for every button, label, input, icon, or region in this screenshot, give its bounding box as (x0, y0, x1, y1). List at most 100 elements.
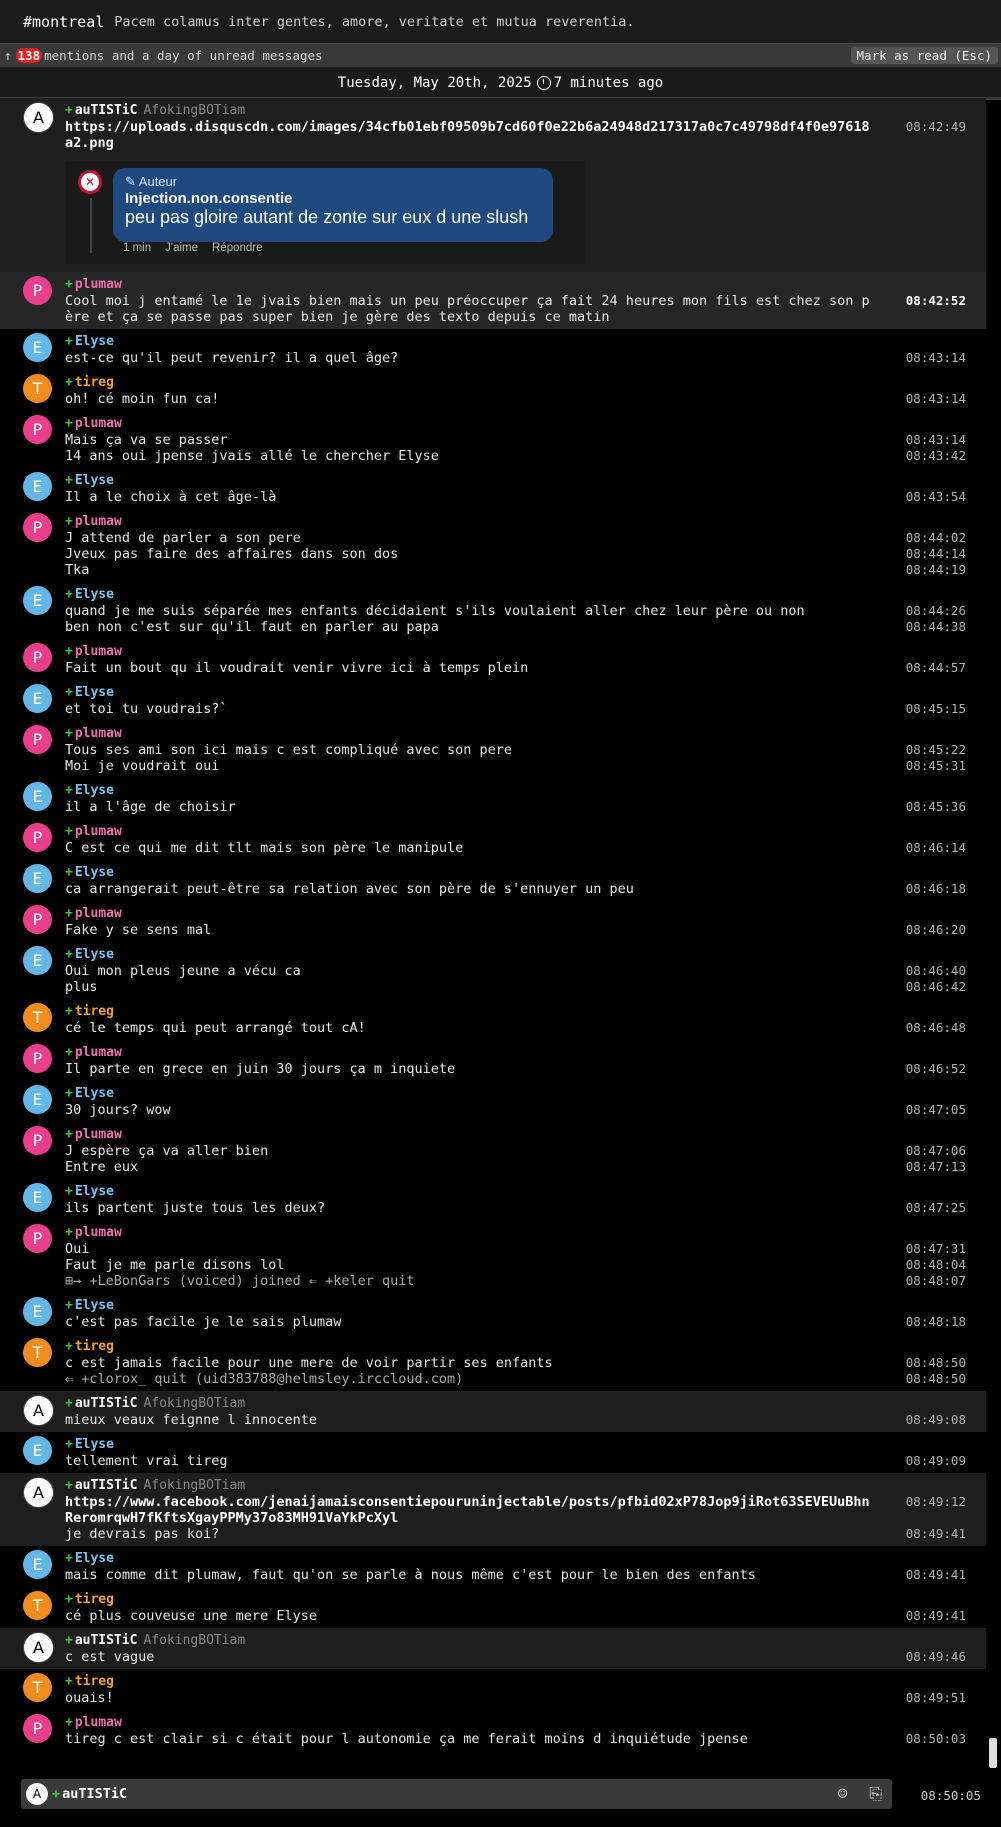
timestamp[interactable]: 08:45:22 (906, 742, 966, 758)
timestamp[interactable]: 08:42:49 (906, 119, 966, 135)
timestamp[interactable]: 08:49:41 (906, 1608, 966, 1624)
timestamp[interactable]: 08:45:36 (906, 799, 966, 815)
avatar[interactable]: E (23, 1183, 52, 1212)
timestamp[interactable]: 08:49:09 (906, 1453, 966, 1469)
nick-plumaw[interactable]: plumaw (75, 277, 122, 292)
timestamp[interactable]: 08:46:40 (906, 963, 966, 979)
nick-tireg[interactable]: tireg (75, 1339, 114, 1354)
timestamp[interactable]: 08:48:04 (906, 1257, 966, 1273)
timestamp[interactable]: 08:45:15 (906, 701, 966, 717)
nick-plumaw[interactable]: plumaw (75, 824, 122, 839)
nick-autistic[interactable]: auTISTiC (75, 1478, 138, 1493)
avatar[interactable]: A (23, 1632, 54, 1663)
timestamp[interactable]: 08:46:14 (906, 840, 966, 856)
timestamp[interactable]: 08:49:51 (906, 1690, 966, 1706)
avatar[interactable]: P (23, 1224, 52, 1253)
avatar[interactable]: E (23, 1436, 52, 1465)
nick-tireg[interactable]: tireg (75, 1004, 114, 1019)
channel-name[interactable]: #montreal (23, 13, 104, 31)
avatar[interactable]: T (23, 1591, 52, 1620)
avatar[interactable]: E (23, 864, 52, 893)
avatar[interactable]: E (23, 684, 52, 713)
timestamp[interactable]: 08:49:41 (906, 1526, 966, 1542)
timestamp[interactable]: 08:47:05 (906, 1102, 966, 1118)
timestamp[interactable]: 08:46:52 (906, 1061, 966, 1077)
avatar[interactable]: P (23, 513, 52, 542)
nick-elyse[interactable]: Elyse (75, 685, 114, 700)
nick-elyse[interactable]: Elyse (75, 783, 114, 798)
nick-elyse[interactable]: Elyse (75, 1437, 114, 1452)
avatar[interactable]: P (23, 905, 52, 934)
timestamp[interactable]: 08:43:54 (906, 489, 966, 505)
timestamp[interactable]: 08:43:42 (906, 448, 966, 464)
nick-tireg[interactable]: tireg (75, 1674, 114, 1689)
nick-plumaw[interactable]: plumaw (75, 906, 122, 921)
nick-autistic[interactable]: auTISTiC (75, 103, 138, 118)
timestamp[interactable]: 08:49:41 (906, 1567, 966, 1583)
avatar[interactable]: P (23, 276, 52, 305)
nick-plumaw[interactable]: plumaw (75, 514, 122, 529)
avatar[interactable]: P (23, 725, 52, 754)
nick-elyse[interactable]: Elyse (75, 1551, 114, 1566)
timestamp[interactable]: 08:47:06 (906, 1143, 966, 1159)
scrollbar-thumb[interactable] (989, 1738, 997, 1768)
message-log[interactable]: A + auTISTiC AfokingBOTiam https://uploads.d… (0, 98, 986, 1751)
nick-plumaw[interactable]: plumaw (75, 1225, 122, 1240)
timestamp[interactable]: 08:48:50 (906, 1355, 966, 1371)
message-link[interactable]: https://www.facebook.com/jenaijamaiscons… (65, 1494, 870, 1526)
avatar[interactable]: E (23, 946, 52, 975)
timestamp[interactable]: 08:49:08 (906, 1412, 966, 1428)
avatar[interactable]: E (23, 586, 52, 615)
nick-plumaw[interactable]: plumaw (75, 1127, 122, 1142)
avatar[interactable]: T (23, 374, 52, 403)
avatar[interactable]: A (23, 1477, 54, 1508)
avatar[interactable]: A (23, 102, 54, 133)
timestamp[interactable]: 08:44:14 (906, 546, 966, 562)
unread-bar[interactable]: ↑ 138 mentions and a day of unread messa… (0, 43, 1001, 68)
timestamp[interactable]: 08:44:19 (906, 562, 966, 578)
avatar[interactable]: P (23, 1714, 52, 1743)
timestamp[interactable]: 08:46:18 (906, 881, 966, 897)
nick-plumaw[interactable]: plumaw (75, 1715, 122, 1730)
avatar[interactable]: E (23, 333, 52, 362)
nick-tireg[interactable]: tireg (75, 375, 114, 390)
nick-tireg[interactable]: tireg (75, 1592, 114, 1607)
timestamp[interactable]: 08:44:38 (906, 619, 966, 635)
avatar[interactable]: P (23, 643, 52, 672)
emoji-icon[interactable]: ☺ (838, 1784, 848, 1803)
avatar[interactable]: T (23, 1003, 52, 1032)
timestamp[interactable]: 08:46:42 (906, 979, 966, 995)
timestamp[interactable]: 08:42:52 (906, 293, 966, 309)
nick-autistic[interactable]: auTISTiC (75, 1633, 138, 1648)
avatar[interactable]: P (23, 823, 52, 852)
message-composer[interactable]: A + auTISTiC ☺ ⎘ (21, 1779, 892, 1809)
paste-icon[interactable]: ⎘ (869, 1784, 882, 1803)
avatar[interactable]: E (23, 472, 52, 501)
timestamp[interactable]: 08:47:13 (906, 1159, 966, 1175)
nick-elyse[interactable]: Elyse (75, 1298, 114, 1313)
timestamp[interactable]: 08:47:25 (906, 1200, 966, 1216)
timestamp[interactable]: 08:46:20 (906, 922, 966, 938)
nick-elyse[interactable]: Elyse (75, 947, 114, 962)
avatar[interactable]: T (23, 1673, 52, 1702)
nick-elyse[interactable]: Elyse (75, 473, 114, 488)
avatar[interactable]: A (23, 1395, 54, 1426)
nick-elyse[interactable]: Elyse (75, 1086, 114, 1101)
nick-elyse[interactable]: Elyse (75, 587, 114, 602)
timestamp[interactable]: 08:46:48 (906, 1020, 966, 1036)
timestamp[interactable]: 08:45:31 (906, 758, 966, 774)
timestamp[interactable]: 08:43:14 (906, 391, 966, 407)
avatar[interactable]: P (23, 415, 52, 444)
nick-elyse[interactable]: Elyse (75, 1184, 114, 1199)
timestamp[interactable]: 08:48:07 (906, 1273, 966, 1289)
image-preview[interactable]: ✕ ✎ Auteur Injection.non.consentie peu pas … (65, 161, 585, 264)
mark-as-read-button[interactable]: Mark as read (Esc) (850, 47, 998, 64)
nick-elyse[interactable]: Elyse (75, 865, 114, 880)
nick-elyse[interactable]: Elyse (75, 334, 114, 349)
nick-plumaw[interactable]: plumaw (75, 1045, 122, 1060)
nick-plumaw[interactable]: plumaw (75, 726, 122, 741)
timestamp[interactable]: 08:48:50 (906, 1371, 966, 1387)
timestamp[interactable]: 08:44:02 (906, 530, 966, 546)
timestamp[interactable]: 08:50:03 (906, 1731, 966, 1747)
nick-autistic[interactable]: auTISTiC (75, 1396, 138, 1411)
